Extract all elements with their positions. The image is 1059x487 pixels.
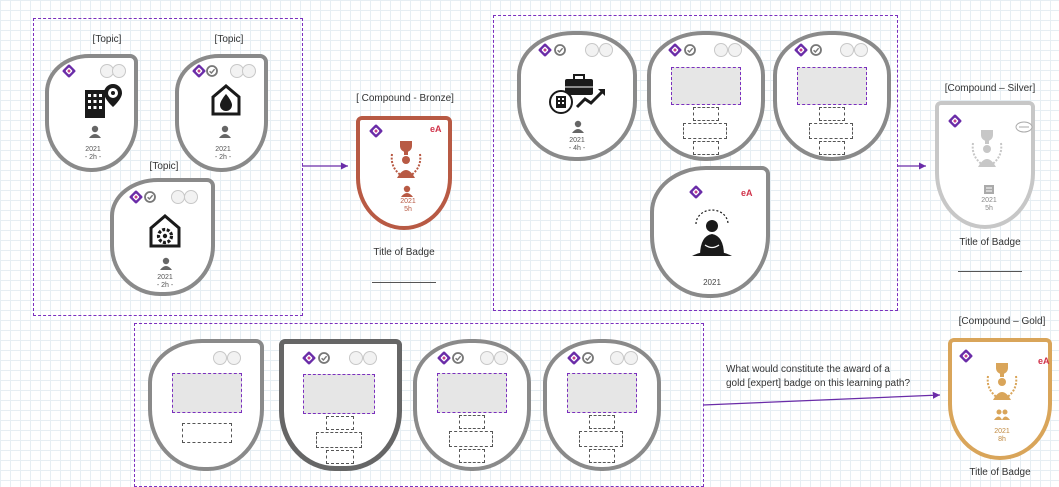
placeholder-badge-teardrop[interactable] — [148, 339, 264, 471]
text-placeholder — [449, 431, 493, 447]
compound-badge-placeholder[interactable] — [647, 31, 765, 161]
text-placeholder — [819, 107, 845, 121]
text-placeholder — [589, 415, 615, 429]
text-placeholder — [683, 123, 727, 139]
text-placeholder — [693, 107, 719, 121]
diamond-logo-icon — [537, 42, 553, 58]
badge-duration: 8h — [998, 436, 1006, 443]
badge-duration: 5h — [404, 206, 412, 213]
compound-badge-teardrop[interactable]: eA 2021 — [650, 166, 770, 298]
meditation-person-icon — [692, 209, 732, 256]
certificate-icon — [984, 185, 994, 194]
diamond-logo-icon — [667, 42, 683, 58]
grey-circle-icon — [213, 351, 227, 365]
diamond-logo-icon — [301, 350, 317, 366]
gold-label: [Compound – Gold] — [958, 316, 1046, 327]
image-placeholder — [437, 373, 507, 413]
person-icon — [401, 185, 413, 197]
grey-circle-icon — [840, 43, 854, 57]
image-placeholder — [671, 67, 741, 105]
bronze-label: [ Compound - Bronze] — [356, 93, 454, 104]
badge-year: 2021 — [703, 278, 721, 287]
diamond-logo-icon — [793, 42, 809, 58]
image-placeholder — [797, 67, 867, 105]
check-circle-icon — [554, 44, 566, 56]
diamond-logo-icon — [436, 350, 452, 366]
placeholder-badge-round[interactable] — [543, 339, 661, 471]
text-placeholder — [182, 423, 232, 443]
grey-circle-icon — [610, 351, 624, 365]
text-placeholder — [693, 141, 719, 155]
badge-year: 2021 — [981, 197, 997, 204]
bronze-badge[interactable]: eA 2021 5h — [356, 116, 452, 230]
badge-duration: - 4h - — [568, 145, 586, 152]
grey-circle-icon — [854, 43, 868, 57]
text-placeholder — [589, 449, 615, 463]
diamond-logo-icon — [368, 123, 384, 139]
diamond-logo-icon — [958, 348, 974, 364]
text-placeholder — [459, 449, 485, 463]
badge-title: Title of Badge — [969, 467, 1031, 478]
grey-circle-icon — [349, 351, 363, 365]
person-icon — [572, 120, 584, 133]
image-placeholder — [303, 374, 375, 414]
text-placeholder — [459, 415, 485, 429]
grey-circle-icon — [585, 43, 599, 57]
text-placeholder — [326, 416, 354, 430]
check-circle-icon — [318, 352, 330, 364]
trophy-icon — [390, 141, 422, 178]
silver-badge[interactable]: 2021 5h — [935, 101, 1035, 229]
divider-line — [958, 271, 1022, 272]
silver-seal-icon — [1015, 121, 1033, 133]
divider-line — [372, 282, 436, 283]
grey-circle-icon — [624, 351, 638, 365]
image-placeholder — [567, 373, 637, 413]
badge-year: 2021 — [569, 137, 585, 144]
text-placeholder — [316, 432, 362, 448]
image-placeholder — [172, 373, 242, 413]
compound-badge[interactable]: 2021 - 4h - — [517, 31, 637, 161]
question-text-line1: What would constitute the award of a — [726, 364, 890, 375]
briefcase-icon — [549, 74, 605, 114]
badge-title: Title of Badge — [959, 237, 1021, 248]
grey-circle-icon — [728, 43, 742, 57]
grey-circle-icon — [480, 351, 494, 365]
badge-year: 2021 — [400, 198, 416, 205]
grey-circle-icon — [599, 43, 613, 57]
grey-circle-icon — [363, 351, 377, 365]
check-circle-icon — [684, 44, 696, 56]
trophy-icon — [971, 130, 1003, 167]
ea-logo: eA — [1038, 356, 1050, 366]
diamond-logo-icon — [688, 184, 704, 200]
placeholder-badge-round[interactable] — [413, 339, 531, 471]
silver-label: [Compound – Silver] — [944, 83, 1036, 94]
ea-logo: eA — [430, 124, 442, 134]
text-placeholder — [579, 431, 623, 447]
diamond-logo-icon — [947, 113, 963, 129]
badge-duration: 5h — [985, 205, 993, 212]
gold-badge[interactable]: eA 2021 8h — [948, 338, 1052, 460]
ea-logo: eA — [741, 188, 753, 198]
group-icon — [994, 409, 1010, 420]
check-circle-icon — [452, 352, 464, 364]
text-placeholder — [809, 123, 853, 139]
badge-title: Title of Badge — [373, 247, 435, 258]
grey-circle-icon — [714, 43, 728, 57]
placeholder-badge-shield[interactable] — [279, 339, 402, 471]
trophy-icon — [986, 363, 1018, 400]
question-text-line2: gold [expert] badge on this learning pat… — [726, 378, 911, 389]
check-circle-icon — [582, 352, 594, 364]
grey-circle-icon — [494, 351, 508, 365]
text-placeholder — [326, 450, 354, 464]
check-circle-icon — [810, 44, 822, 56]
compound-badge-placeholder[interactable] — [773, 31, 891, 161]
grey-circle-icon — [227, 351, 241, 365]
text-placeholder — [819, 141, 845, 155]
diamond-logo-icon — [566, 350, 582, 366]
badge-year: 2021 — [994, 428, 1010, 435]
